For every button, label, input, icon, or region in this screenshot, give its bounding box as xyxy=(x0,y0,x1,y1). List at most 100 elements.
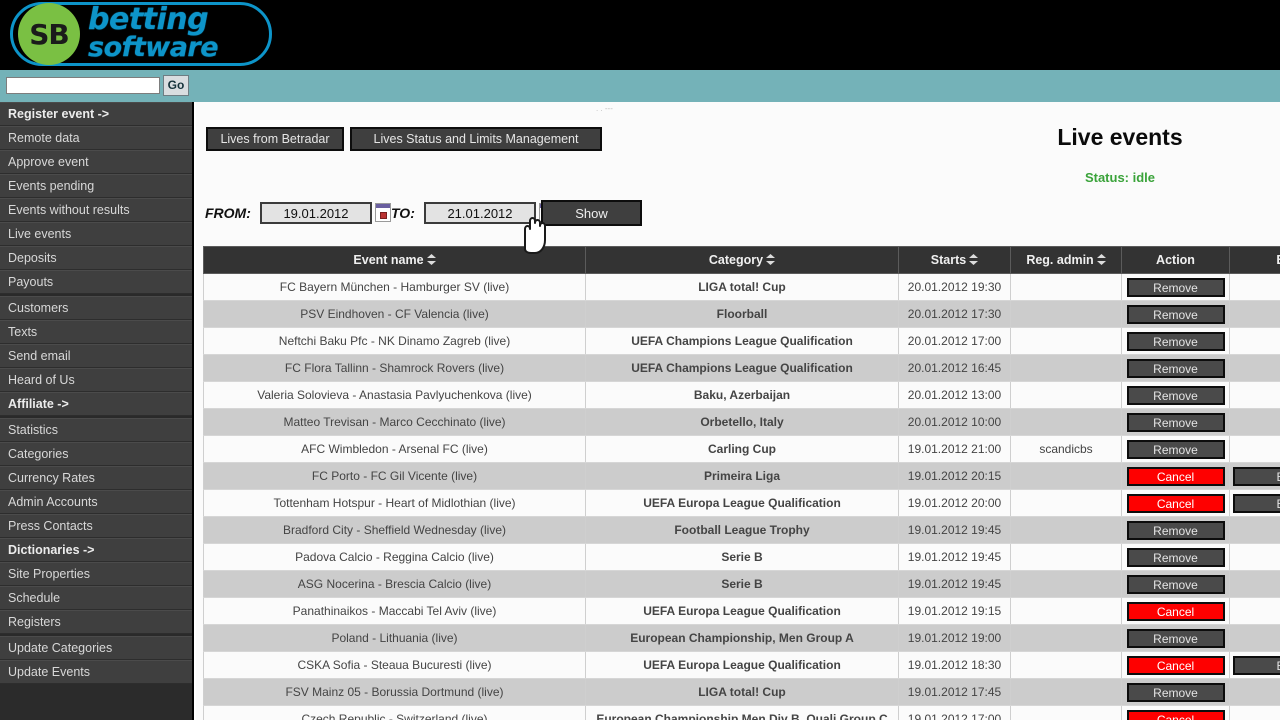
column-header-reg-admin[interactable]: Reg. admin xyxy=(1011,247,1122,274)
sidebar-item-admin-accounts[interactable]: Admin Accounts xyxy=(0,490,192,514)
table-row: Czech Republic - Switzerland (live)Europ… xyxy=(204,706,1280,720)
brand-logo[interactable]: SB betting software xyxy=(10,0,272,68)
cell-event-name: Padova Calcio - Reggina Calcio (live) xyxy=(204,544,586,571)
cell-category: European Championship, Men Group A xyxy=(586,625,899,652)
sidebar-item-site-properties[interactable]: Site Properties xyxy=(0,562,192,586)
cell-event-name: Neftchi Baku Pfc - NK Dinamo Zagreb (liv… xyxy=(204,328,586,355)
cell-action: Remove xyxy=(1122,301,1230,328)
cell-starts: 19.01.2012 17:45 xyxy=(899,679,1011,706)
sidebar-item-update-events[interactable]: Update Events xyxy=(0,660,192,684)
sidebar-item-events-pending[interactable]: Events pending xyxy=(0,174,192,198)
cell-edit xyxy=(1230,274,1280,301)
sidebar-item-events-without-results[interactable]: Events without results xyxy=(0,198,192,222)
search-go-button[interactable]: Go xyxy=(163,75,189,96)
edit-button[interactable]: E xyxy=(1233,656,1280,675)
remove-button[interactable]: Remove xyxy=(1127,575,1225,594)
cell-reg-admin xyxy=(1011,382,1122,409)
sidebar-item-registers[interactable]: Registers xyxy=(0,610,192,634)
sidebar-item-schedule[interactable]: Schedule xyxy=(0,586,192,610)
show-button[interactable]: Show xyxy=(541,200,642,226)
edit-button[interactable]: E xyxy=(1233,467,1280,486)
edit-button[interactable]: E xyxy=(1233,494,1280,513)
cell-reg-admin xyxy=(1011,517,1122,544)
sidebar-item-customers[interactable]: Customers xyxy=(0,296,192,320)
cancel-button[interactable]: Cancel xyxy=(1127,494,1225,513)
sort-toggle-icon[interactable] xyxy=(969,254,978,268)
sidebar-item-register-event[interactable]: Register event -> xyxy=(0,102,192,126)
table-body: FC Bayern München - Hamburger SV (live)L… xyxy=(204,274,1280,720)
sidebar-item-send-email[interactable]: Send email xyxy=(0,344,192,368)
remove-button[interactable]: Remove xyxy=(1127,683,1225,702)
cell-event-name: Czech Republic - Switzerland (live) xyxy=(204,706,586,720)
table-row: CSKA Sofia - Steaua Bucuresti (live)UEFA… xyxy=(204,652,1280,679)
cell-event-name: Valeria Solovieva - Anastasia Pavlyuchen… xyxy=(204,382,586,409)
cell-starts: 20.01.2012 10:00 xyxy=(899,409,1011,436)
cell-starts: 20.01.2012 13:00 xyxy=(899,382,1011,409)
sidebar-item-update-categories[interactable]: Update Categories xyxy=(0,636,192,660)
cell-starts: 19.01.2012 19:45 xyxy=(899,544,1011,571)
table-row: Bradford City - Sheffield Wednesday (liv… xyxy=(204,517,1280,544)
cell-edit xyxy=(1230,382,1280,409)
sidebar-item-heard-of-us[interactable]: Heard of Us xyxy=(0,368,192,392)
cell-action: Remove xyxy=(1122,382,1230,409)
column-header-label: Reg. admin xyxy=(1026,253,1093,267)
cell-event-name: ASG Nocerina - Brescia Calcio (live) xyxy=(204,571,586,598)
remove-button[interactable]: Remove xyxy=(1127,413,1225,432)
column-header-starts[interactable]: Starts xyxy=(899,247,1011,274)
column-header-category[interactable]: Category xyxy=(586,247,899,274)
sidebar-item-dictionaries[interactable]: Dictionaries -> xyxy=(0,538,192,562)
cell-starts: 19.01.2012 20:00 xyxy=(899,490,1011,517)
cell-edit xyxy=(1230,409,1280,436)
cell-category: Baku, Azerbaijan xyxy=(586,382,899,409)
cell-action: Remove xyxy=(1122,355,1230,382)
from-date-field[interactable]: 19.01.2012 xyxy=(260,202,372,224)
sidebar-item-deposits[interactable]: Deposits xyxy=(0,246,192,270)
column-header-action: Action xyxy=(1122,247,1230,274)
cell-starts: 20.01.2012 16:45 xyxy=(899,355,1011,382)
to-label: TO: xyxy=(391,205,415,221)
sidebar-item-live-events[interactable]: Live events xyxy=(0,222,192,246)
sort-toggle-icon[interactable] xyxy=(427,254,436,268)
to-date-field[interactable]: 21.01.2012 xyxy=(424,202,536,224)
table-row: FC Porto - FC Gil Vicente (live)Primeira… xyxy=(204,463,1280,490)
sidebar-item-affiliate[interactable]: Affiliate -> xyxy=(0,392,192,416)
cancel-button[interactable]: Cancel xyxy=(1127,602,1225,621)
sidebar-item-approve-event[interactable]: Approve event xyxy=(0,150,192,174)
table-header-row: Event name Category Starts Reg. admin Action… xyxy=(204,247,1280,274)
calendar-icon[interactable] xyxy=(375,203,391,222)
logo-badge-text: SB xyxy=(29,18,69,51)
cancel-button[interactable]: Cancel xyxy=(1127,656,1225,675)
remove-button[interactable]: Remove xyxy=(1127,359,1225,378)
cell-category: Primeira Liga xyxy=(586,463,899,490)
cell-edit xyxy=(1230,571,1280,598)
cancel-button[interactable]: Cancel xyxy=(1127,710,1225,720)
remove-button[interactable]: Remove xyxy=(1127,548,1225,567)
sidebar-item-currency-rates[interactable]: Currency Rates xyxy=(0,466,192,490)
remove-button[interactable]: Remove xyxy=(1127,629,1225,648)
to-date-value: 21.01.2012 xyxy=(426,206,534,221)
remove-button[interactable]: Remove xyxy=(1127,521,1225,540)
remove-button[interactable]: Remove xyxy=(1127,305,1225,324)
sort-toggle-icon[interactable] xyxy=(766,254,775,268)
search-input[interactable] xyxy=(6,77,160,94)
cell-starts: 20.01.2012 17:00 xyxy=(899,328,1011,355)
remove-button[interactable]: Remove xyxy=(1127,278,1225,297)
remove-button[interactable]: Remove xyxy=(1127,332,1225,351)
column-header-event-name[interactable]: Event name xyxy=(204,247,586,274)
sidebar-item-payouts[interactable]: Payouts xyxy=(0,270,192,294)
column-header-label: Category xyxy=(709,253,763,267)
sidebar-item-categories[interactable]: Categories xyxy=(0,442,192,466)
remove-button[interactable]: Remove xyxy=(1127,440,1225,459)
sidebar-item-press-contacts[interactable]: Press Contacts xyxy=(0,514,192,538)
sidebar-item-remote-data[interactable]: Remote data xyxy=(0,126,192,150)
remove-button[interactable]: Remove xyxy=(1127,386,1225,405)
sidebar-item-statistics[interactable]: Statistics xyxy=(0,418,192,442)
tab-lives-status-and-limits-management[interactable]: Lives Status and Limits Management xyxy=(350,127,602,151)
cell-event-name: Poland - Lithuania (live) xyxy=(204,625,586,652)
sort-toggle-icon[interactable] xyxy=(1097,254,1106,268)
cell-event-name: Panathinaikos - Maccabi Tel Aviv (live) xyxy=(204,598,586,625)
tab-lives-from-betradar[interactable]: Lives from Betradar xyxy=(206,127,344,151)
sidebar-item-texts[interactable]: Texts xyxy=(0,320,192,344)
cancel-button[interactable]: Cancel xyxy=(1127,467,1225,486)
cell-category: LIGA total! Cup xyxy=(586,679,899,706)
